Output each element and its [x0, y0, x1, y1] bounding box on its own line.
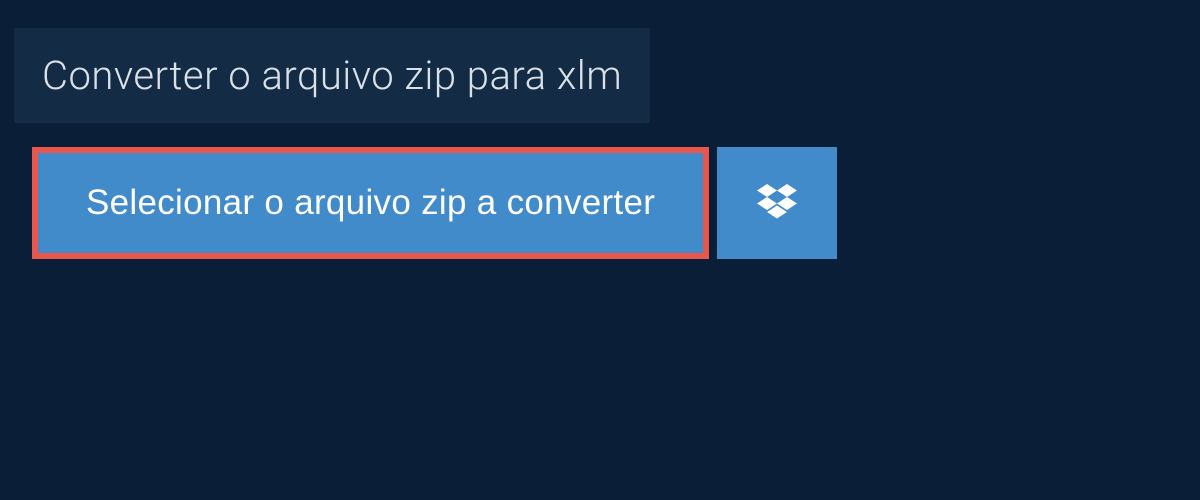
header-box: Converter o arquivo zip para xlm — [14, 28, 650, 123]
dropbox-button[interactable] — [717, 147, 837, 259]
button-row: Selecionar o arquivo zip a converter — [32, 147, 1200, 259]
dropbox-icon — [757, 184, 797, 222]
page-title: Converter o arquivo zip para xlm — [42, 52, 622, 99]
select-file-button[interactable]: Selecionar o arquivo zip a converter — [32, 147, 709, 259]
